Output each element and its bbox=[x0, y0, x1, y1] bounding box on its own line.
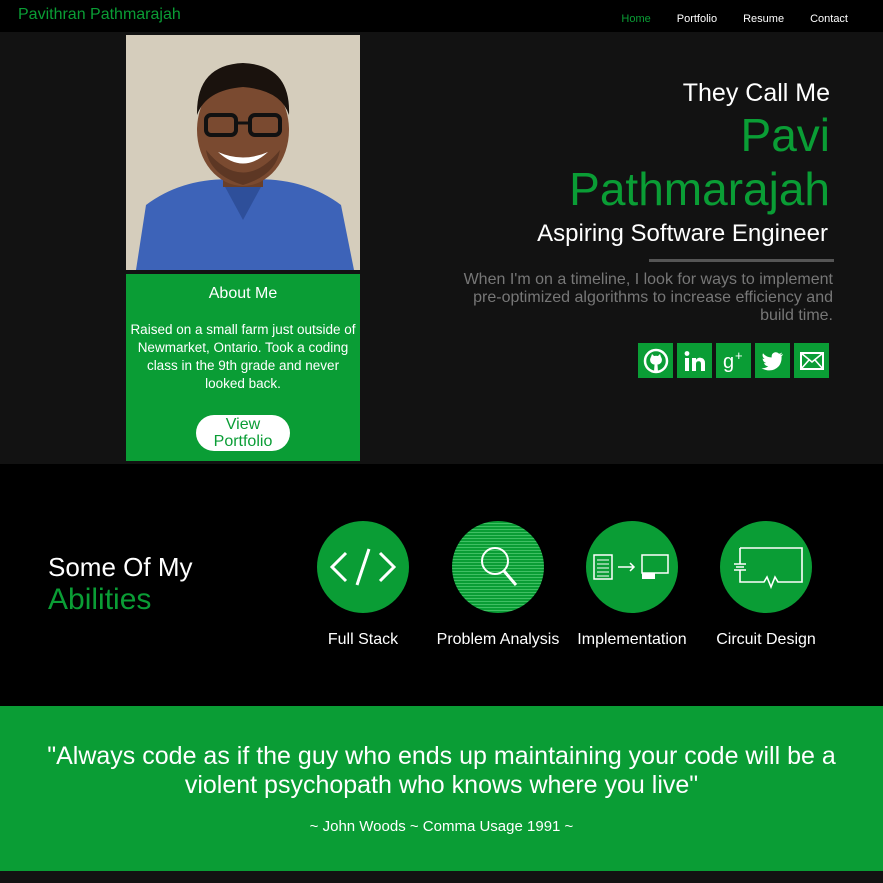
abilities-title-line1: Some Of My bbox=[48, 552, 193, 582]
view-portfolio-button[interactable]: View Portfolio bbox=[196, 415, 290, 451]
navbar: Pavithran Pathmarajah Home Portfolio Res… bbox=[0, 0, 883, 32]
twitter-icon[interactable] bbox=[755, 343, 790, 378]
quote-text: "Always code as if the guy who ends up m… bbox=[47, 742, 836, 799]
abilities-title-line2: Abilities bbox=[48, 583, 152, 616]
circuit-icon bbox=[720, 521, 812, 613]
hero-section: About Me Raised on a small farm just out… bbox=[0, 32, 883, 464]
svg-text:+: + bbox=[735, 348, 743, 363]
social-links: g + bbox=[638, 343, 829, 378]
ability-full-stack: Full Stack bbox=[293, 521, 433, 649]
abilities-section: Some Of My Abilities Full Stack Problem … bbox=[0, 464, 883, 706]
first-name: Pavi bbox=[740, 109, 830, 161]
ability-circuit-design: Circuit Design bbox=[696, 521, 836, 649]
quote-section: "Always code as if the guy who ends up m… bbox=[0, 706, 883, 871]
quote-author: ~ John Woods ~ Comma Usage 1991 ~ bbox=[309, 818, 574, 835]
hero-intro: They Call Me Pavi Pathmarajah Aspiring S… bbox=[537, 78, 830, 249]
nav-item-resume[interactable]: Resume bbox=[743, 13, 784, 25]
ability-label: Circuit Design bbox=[716, 631, 816, 648]
tagline: Aspiring Software Engineer bbox=[537, 220, 828, 247]
google-plus-icon[interactable]: g + bbox=[716, 343, 751, 378]
nav-item-home[interactable]: Home bbox=[621, 13, 650, 25]
ability-label: Implementation bbox=[577, 631, 687, 648]
github-icon[interactable] bbox=[638, 343, 673, 378]
svg-text:g: g bbox=[723, 351, 734, 373]
profile-photo bbox=[126, 35, 360, 270]
last-name: Pathmarajah bbox=[569, 163, 830, 215]
about-text: Raised on a small farm just outside of N… bbox=[130, 322, 356, 391]
ability-label: Problem Analysis bbox=[436, 631, 560, 648]
intro-prefix: They Call Me bbox=[682, 79, 830, 107]
tagline-divider bbox=[649, 259, 834, 262]
linkedin-icon[interactable] bbox=[677, 343, 712, 378]
brand-name[interactable]: Pavithran Pathmarajah bbox=[18, 6, 181, 24]
footer-strip bbox=[0, 871, 883, 883]
code-icon bbox=[317, 521, 409, 613]
nav-item-contact[interactable]: Contact bbox=[810, 13, 848, 25]
about-title: About Me bbox=[208, 285, 278, 302]
ability-implementation: Implementation bbox=[562, 521, 702, 649]
ability-problem-analysis: Problem Analysis bbox=[428, 521, 568, 649]
magnifier-icon bbox=[452, 521, 544, 613]
implementation-icon bbox=[586, 521, 678, 613]
ability-label: Full Stack bbox=[327, 631, 399, 648]
nav-item-portfolio[interactable]: Portfolio bbox=[677, 13, 717, 25]
nav-links: Home Portfolio Resume Contact bbox=[621, 13, 848, 25]
hero-blurb: When I'm on a timeline, I look for ways … bbox=[463, 271, 833, 324]
email-icon[interactable] bbox=[794, 343, 829, 378]
about-card: About Me Raised on a small farm just out… bbox=[126, 274, 360, 461]
